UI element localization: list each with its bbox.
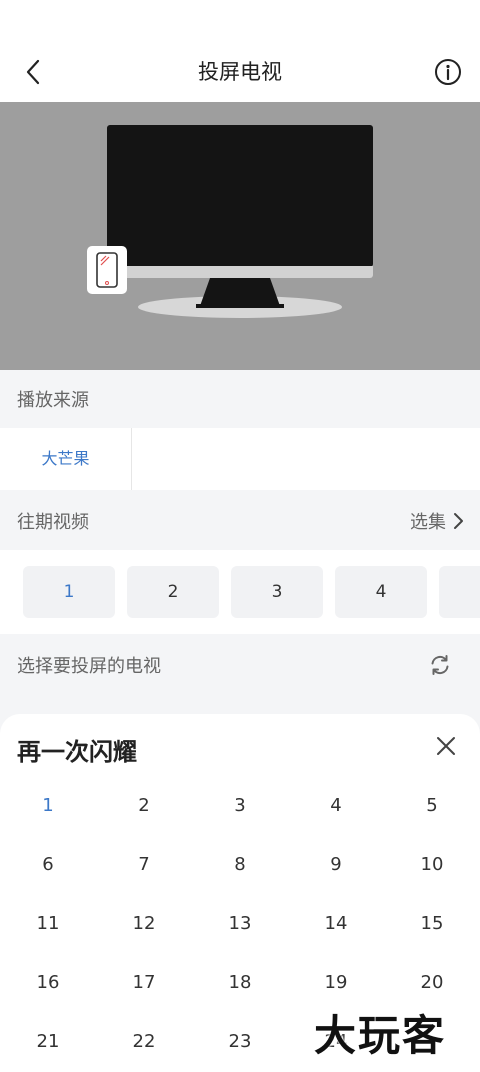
episode-button[interactable]: 3 (231, 566, 323, 618)
past-videos-label: 往期视频 (17, 512, 89, 533)
refresh-icon[interactable] (428, 653, 452, 677)
grid-episode[interactable]: 13 (192, 899, 288, 949)
top-app-bar: 投屏电视 (0, 0, 480, 102)
page-title: 投屏电视 (198, 60, 282, 84)
select-tv-label: 选择要投屏的电视 (17, 656, 161, 677)
grid-episode[interactable]: 15 (384, 899, 480, 949)
grid-episode[interactable]: 19 (288, 958, 384, 1008)
grid-episode[interactable]: 11 (0, 899, 96, 949)
tv-screen (107, 125, 373, 267)
source-list: 大芒果 (0, 428, 480, 490)
watermark-logo: 大玩客 (314, 1011, 447, 1060)
episode-button[interactable]: 1 (23, 566, 115, 618)
grid-episode[interactable]: 5 (384, 781, 480, 831)
grid-episode[interactable]: 17 (96, 958, 192, 1008)
grid-episode[interactable]: 21 (0, 1017, 96, 1067)
grid-episode[interactable]: 1 (0, 781, 96, 831)
phone-icon (87, 246, 127, 294)
chevron-right-icon (454, 513, 463, 529)
grid-episode[interactable]: 2 (96, 781, 192, 831)
sheet-title: 再一次闪耀 (17, 738, 137, 766)
grid-episode[interactable]: 4 (288, 781, 384, 831)
episode-button[interactable]: 2 (127, 566, 219, 618)
grid-episode[interactable]: 14 (288, 899, 384, 949)
episode-button-partial[interactable] (439, 566, 480, 618)
grid-episode[interactable]: 12 (96, 899, 192, 949)
grid-episode[interactable]: 9 (288, 840, 384, 890)
episode-select-button[interactable]: 选集 (410, 508, 464, 534)
grid-episode[interactable]: 8 (192, 840, 288, 890)
grid-episode[interactable]: 20 (384, 958, 480, 1008)
close-icon[interactable] (434, 734, 458, 758)
grid-episode[interactable]: 16 (0, 958, 96, 1008)
grid-episode[interactable]: 7 (96, 840, 192, 890)
info-icon[interactable] (434, 58, 462, 86)
past-videos-section-header: 往期视频 选集 (0, 492, 480, 550)
source-section-label: 播放来源 (17, 390, 89, 411)
grid-episode[interactable]: 22 (96, 1017, 192, 1067)
source-section-header: 播放来源 (0, 370, 480, 428)
source-item[interactable]: 大芒果 (0, 428, 132, 490)
grid-episode[interactable]: 23 (192, 1017, 288, 1067)
grid-episode[interactable]: 10 (384, 840, 480, 890)
tv-bezel (107, 266, 373, 278)
episode-strip[interactable]: 1 2 3 4 (0, 550, 480, 634)
episode-select-label: 选集 (410, 512, 446, 533)
grid-episode[interactable]: 6 (0, 840, 96, 890)
cast-illustration (0, 102, 480, 370)
grid-episode[interactable]: 3 (192, 781, 288, 831)
grid-episode[interactable]: 18 (192, 958, 288, 1008)
episode-button[interactable]: 4 (335, 566, 427, 618)
select-tv-section-header: 选择要投屏的电视 (0, 636, 480, 694)
tv-stand (196, 278, 284, 308)
